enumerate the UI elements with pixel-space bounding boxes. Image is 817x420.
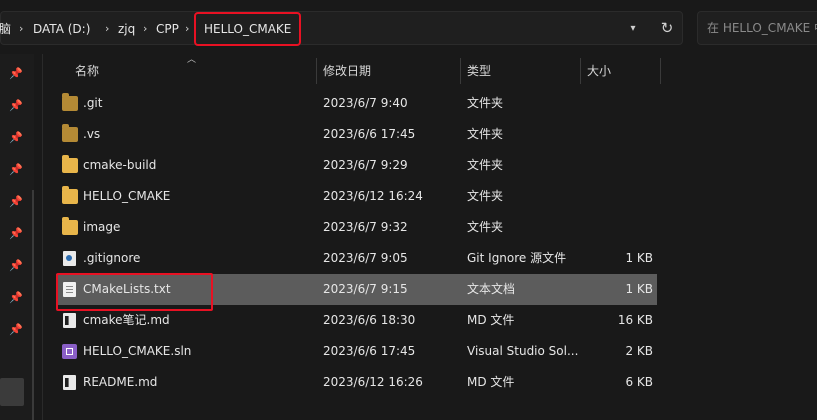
- pane-divider[interactable]: [42, 54, 43, 420]
- file-size: 1 KB: [625, 251, 653, 265]
- file-type: MD 文件: [467, 375, 515, 389]
- sort-ascending-icon: ︿: [187, 55, 197, 65]
- file-date: 2023/6/7 9:32: [323, 220, 408, 234]
- file-name: .gitignore: [83, 251, 141, 265]
- file-row[interactable]: .gitignore 2023/6/7 9:05 Git Ignore 源文件 …: [56, 243, 657, 274]
- pin-icon[interactable]: 📌: [9, 291, 23, 305]
- file-type: 文件夹: [467, 158, 504, 172]
- file-type: 文件夹: [467, 189, 504, 203]
- file-size: 6 KB: [625, 375, 653, 389]
- breadcrumb-partial[interactable]: 脑: [0, 12, 11, 46]
- file-date: 2023/6/12 16:24: [323, 189, 423, 203]
- file-name: HELLO_CMAKE: [83, 189, 171, 203]
- file-date: 2023/6/7 9:15: [323, 282, 408, 296]
- nav-scrollbar[interactable]: [32, 190, 34, 420]
- file-row[interactable]: HELLO_CMAKE.sln 2023/6/6 17:45 Visual St…: [56, 336, 657, 367]
- folder-icon: [62, 155, 78, 173]
- file-type: Visual Studio Sol...: [467, 344, 579, 358]
- file-type: 文件夹: [467, 127, 504, 141]
- pin-icon[interactable]: 📌: [9, 323, 23, 337]
- column-header-name[interactable]: 名称: [75, 58, 99, 84]
- column-divider[interactable]: [580, 58, 581, 84]
- folder-icon: [62, 93, 78, 111]
- chevron-down-icon[interactable]: ▾: [621, 12, 645, 46]
- file-size: [596, 181, 653, 212]
- file-type: MD 文件: [467, 313, 515, 327]
- breadcrumb-chevron-icon[interactable]: ›: [185, 12, 189, 46]
- address-bar[interactable]: 脑 › DATA (D:) › zjq › CPP › HELLO_CMAKE …: [0, 11, 683, 46]
- pin-icon[interactable]: 📌: [9, 259, 23, 273]
- file-row[interactable]: HELLO_CMAKE 2023/6/12 16:24 文件夹: [56, 181, 657, 212]
- file-date: 2023/6/7 9:05: [323, 251, 408, 265]
- file-name: image: [83, 220, 121, 234]
- file-row[interactable]: README.md 2023/6/12 16:26 MD 文件 6 KB: [56, 367, 657, 398]
- file-name: README.md: [83, 375, 158, 389]
- file-date: 2023/6/6 17:45: [323, 344, 416, 358]
- column-divider[interactable]: [660, 58, 661, 84]
- breadcrumb-chevron-icon[interactable]: ›: [105, 12, 109, 46]
- file-date: 2023/6/7 9:40: [323, 96, 408, 110]
- gitignore-file-icon: [63, 251, 76, 266]
- file-type: 文件夹: [467, 220, 504, 234]
- search-input[interactable]: 在 HELLO_CMAKE 中: [697, 11, 817, 45]
- pin-icon[interactable]: 📌: [9, 67, 23, 81]
- file-size: [596, 119, 653, 150]
- file-type: 文本文档: [467, 282, 516, 296]
- file-name: cmake-build: [83, 158, 157, 172]
- folder-icon: [62, 186, 78, 204]
- pin-icon[interactable]: 📌: [9, 99, 23, 113]
- highlight-annotation-box: [56, 273, 213, 311]
- file-size: 2 KB: [625, 344, 653, 358]
- markdown-file-icon: [63, 313, 76, 328]
- file-date: 2023/6/7 9:29: [323, 158, 408, 172]
- breadcrumb-cpp[interactable]: CPP: [156, 12, 179, 46]
- file-size: 1 KB: [625, 282, 653, 296]
- file-type: 文件夹: [467, 96, 504, 110]
- nav-selected-item[interactable]: [0, 378, 24, 406]
- file-name: .vs: [83, 127, 101, 141]
- file-row[interactable]: image 2023/6/7 9:32 文件夹: [56, 212, 657, 243]
- file-row[interactable]: .vs 2023/6/6 17:45 文件夹: [56, 119, 657, 150]
- breadcrumb-chevron-icon[interactable]: ›: [143, 12, 147, 46]
- file-date: 2023/6/6 17:45: [323, 127, 416, 141]
- column-header-size[interactable]: 大小: [587, 58, 611, 84]
- visual-studio-solution-icon: [62, 344, 77, 359]
- breadcrumb-data-drive[interactable]: DATA (D:): [33, 12, 90, 46]
- file-size: 16 KB: [617, 313, 653, 327]
- column-header-type[interactable]: 类型: [467, 58, 491, 84]
- breadcrumb-chevron-icon[interactable]: ›: [19, 12, 23, 46]
- column-divider[interactable]: [460, 58, 461, 84]
- file-size: [596, 212, 653, 243]
- folder-icon: [62, 124, 78, 142]
- markdown-file-icon: [63, 375, 76, 390]
- file-size: [596, 150, 653, 181]
- file-date: 2023/6/12 16:26: [323, 375, 423, 389]
- column-divider[interactable]: [316, 58, 317, 84]
- file-name: .git: [83, 96, 103, 110]
- file-row[interactable]: cmake-build 2023/6/7 9:29 文件夹: [56, 150, 657, 181]
- pin-icon[interactable]: 📌: [9, 195, 23, 209]
- pin-icon[interactable]: 📌: [9, 227, 23, 241]
- pin-icon[interactable]: 📌: [9, 163, 23, 177]
- file-name: HELLO_CMAKE.sln: [83, 344, 192, 358]
- pin-icon[interactable]: 📌: [9, 131, 23, 145]
- breadcrumb-zjq[interactable]: zjq: [118, 12, 135, 46]
- folder-icon: [62, 217, 78, 235]
- file-date: 2023/6/6 18:30: [323, 313, 416, 327]
- column-header-date[interactable]: 修改日期: [323, 58, 371, 84]
- file-row[interactable]: .git 2023/6/7 9:40 文件夹: [56, 88, 657, 119]
- refresh-icon[interactable]: ↻: [652, 11, 682, 45]
- breadcrumb-hello-cmake[interactable]: HELLO_CMAKE: [193, 12, 302, 46]
- file-size: [596, 88, 653, 119]
- file-type: Git Ignore 源文件: [467, 251, 567, 265]
